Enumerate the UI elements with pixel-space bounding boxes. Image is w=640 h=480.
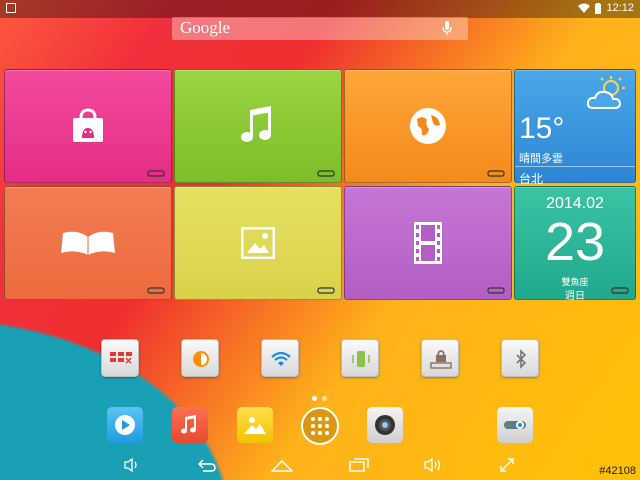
- task-manager-toggle[interactable]: [101, 339, 139, 377]
- expand-icon[interactable]: [500, 458, 514, 472]
- open-book-icon: [61, 231, 115, 255]
- picture-icon: [241, 227, 275, 259]
- dock-music[interactable]: [172, 407, 208, 443]
- calendar-year-month: 2014.02: [546, 195, 604, 212]
- dock-gallery[interactable]: [237, 407, 273, 443]
- film-strip-icon: [414, 222, 442, 264]
- partly-cloudy-icon: [587, 76, 625, 109]
- volume-up-icon[interactable]: [424, 458, 442, 472]
- tile-resize-icon: [317, 287, 335, 294]
- camera-lens-icon: [375, 415, 395, 435]
- home-icon[interactable]: [271, 458, 293, 472]
- tile-resize-icon: [611, 287, 629, 294]
- calendar-day: 23: [544, 212, 606, 272]
- tile-resize-icon: [147, 287, 165, 294]
- wifi-toggle[interactable]: [261, 339, 299, 377]
- tile-books[interactable]: [4, 186, 172, 300]
- tile-resize-icon: [147, 170, 165, 177]
- vibrate-toggle[interactable]: [341, 339, 379, 377]
- tile-calendar[interactable]: 2014.02 23 雙魚座 週日: [514, 186, 636, 302]
- apps-grid-icon: [311, 417, 329, 435]
- bluetooth-toggle[interactable]: [501, 339, 539, 377]
- dock-settings[interactable]: [497, 407, 533, 443]
- bluetooth-icon: [516, 349, 527, 369]
- google-search-bar[interactable]: Google: [172, 17, 468, 40]
- brightness-icon: [193, 351, 209, 367]
- tile-video[interactable]: [344, 186, 512, 300]
- vibrate-phone-icon: [352, 351, 370, 367]
- toggle-switch-icon: [504, 421, 526, 429]
- store-bag-icon: [73, 108, 103, 142]
- tile-resize-icon: [487, 287, 505, 294]
- clock: 12:12: [606, 2, 634, 14]
- brightness-toggle[interactable]: [181, 339, 219, 377]
- weather-description: 晴間多雲: [519, 153, 563, 165]
- weather-temperature: 15°: [519, 112, 565, 145]
- weather-divider: [515, 166, 635, 167]
- weather-city: 台北: [519, 172, 544, 186]
- screenshot-icon: [6, 3, 16, 13]
- watermark: #42108: [599, 465, 636, 477]
- tile-play-store[interactable]: [4, 69, 172, 183]
- battery-icon: [595, 2, 602, 14]
- globe-icon: [410, 108, 446, 144]
- dock-camera[interactable]: [367, 407, 403, 443]
- play-icon: [115, 415, 135, 435]
- google-logo: Google: [180, 18, 231, 37]
- tile-gallery[interactable]: [174, 186, 342, 300]
- wifi-icon: [578, 3, 591, 13]
- status-bar: 12:12: [0, 0, 640, 18]
- task-grid-icon: [110, 352, 132, 364]
- wifi-signal-icon: [271, 351, 291, 366]
- dock-video-player[interactable]: [107, 407, 143, 443]
- microphone-icon[interactable]: [442, 21, 452, 36]
- navigation-bar: [0, 452, 640, 480]
- tile-browser[interactable]: [344, 69, 512, 183]
- tile-music[interactable]: [174, 69, 342, 183]
- app-drawer-button[interactable]: [301, 407, 339, 445]
- music-note-icon: [241, 106, 271, 142]
- volume-down-icon[interactable]: [124, 458, 140, 472]
- tile-weather[interactable]: 15° 晴間多雲 台北: [514, 69, 636, 186]
- lock-keyboard-icon: [430, 350, 452, 369]
- tile-resize-icon: [317, 170, 335, 177]
- screen-lock-toggle[interactable]: [421, 339, 459, 377]
- page-dot: [322, 396, 327, 401]
- page-dot-active: [312, 396, 317, 401]
- music-icon: [181, 415, 196, 434]
- tile-resize-icon: [487, 170, 505, 177]
- landscape-icon: [244, 417, 266, 434]
- recent-apps-icon[interactable]: [349, 458, 369, 472]
- back-icon[interactable]: [197, 458, 217, 472]
- page-indicator: [312, 396, 327, 401]
